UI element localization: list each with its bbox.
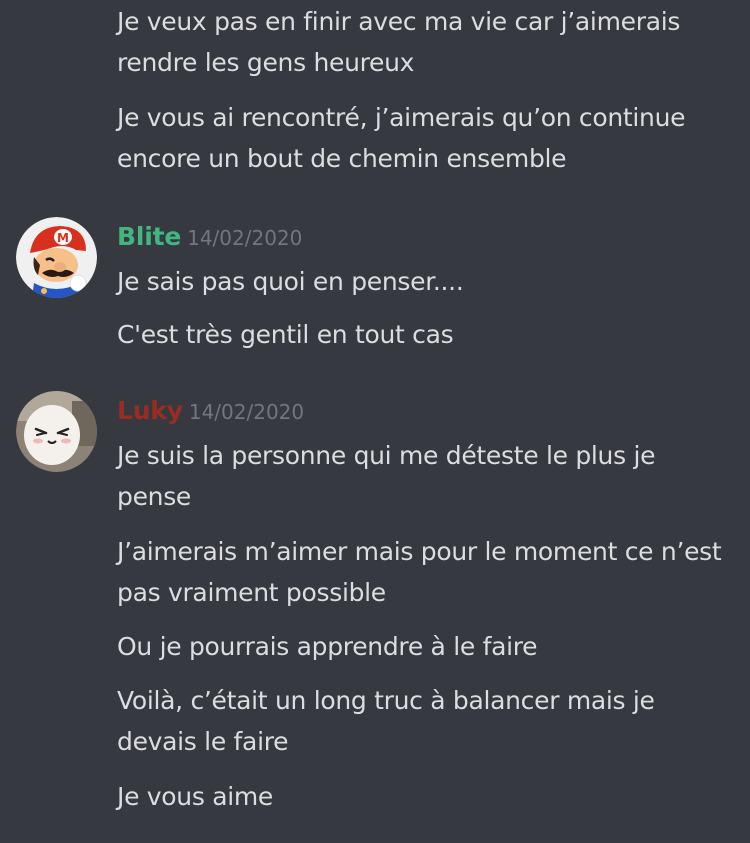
message-text: J’aimerais m’aimer mais pour le moment c… — [117, 537, 722, 607]
message-header: Luky 14/02/2020 — [117, 396, 304, 432]
message-text: Je vous aime — [117, 782, 274, 811]
chat-messages: Je veux pas en finir avec ma vie car j’a… — [0, 0, 750, 843]
author-name[interactable]: Blite — [117, 222, 181, 251]
mario-avatar-icon[interactable]: M — [16, 217, 97, 298]
message-text: Je sais pas quoi en penser.... — [117, 267, 464, 296]
message-text: Ou je pourrais apprendre à le faire — [117, 632, 538, 661]
message-text: Voilà, c’était un long truc à balancer m… — [117, 686, 655, 756]
svg-text:M: M — [57, 231, 69, 245]
author-name[interactable]: Luky — [117, 396, 183, 425]
timestamp: 14/02/2020 — [188, 400, 305, 424]
message-text: C'est très gentil en tout cas — [117, 320, 454, 349]
message-header: Blite 14/02/2020 — [117, 222, 302, 258]
mug-avatar-icon[interactable] — [16, 391, 97, 472]
message-text: Je vous ai rencontré, j’aimerais qu’on c… — [117, 103, 686, 173]
message-text: Je veux pas en finir avec ma vie car j’a… — [117, 7, 681, 77]
timestamp: 14/02/2020 — [187, 226, 303, 250]
message-text: Je suis la personne qui me déteste le pl… — [117, 441, 656, 511]
